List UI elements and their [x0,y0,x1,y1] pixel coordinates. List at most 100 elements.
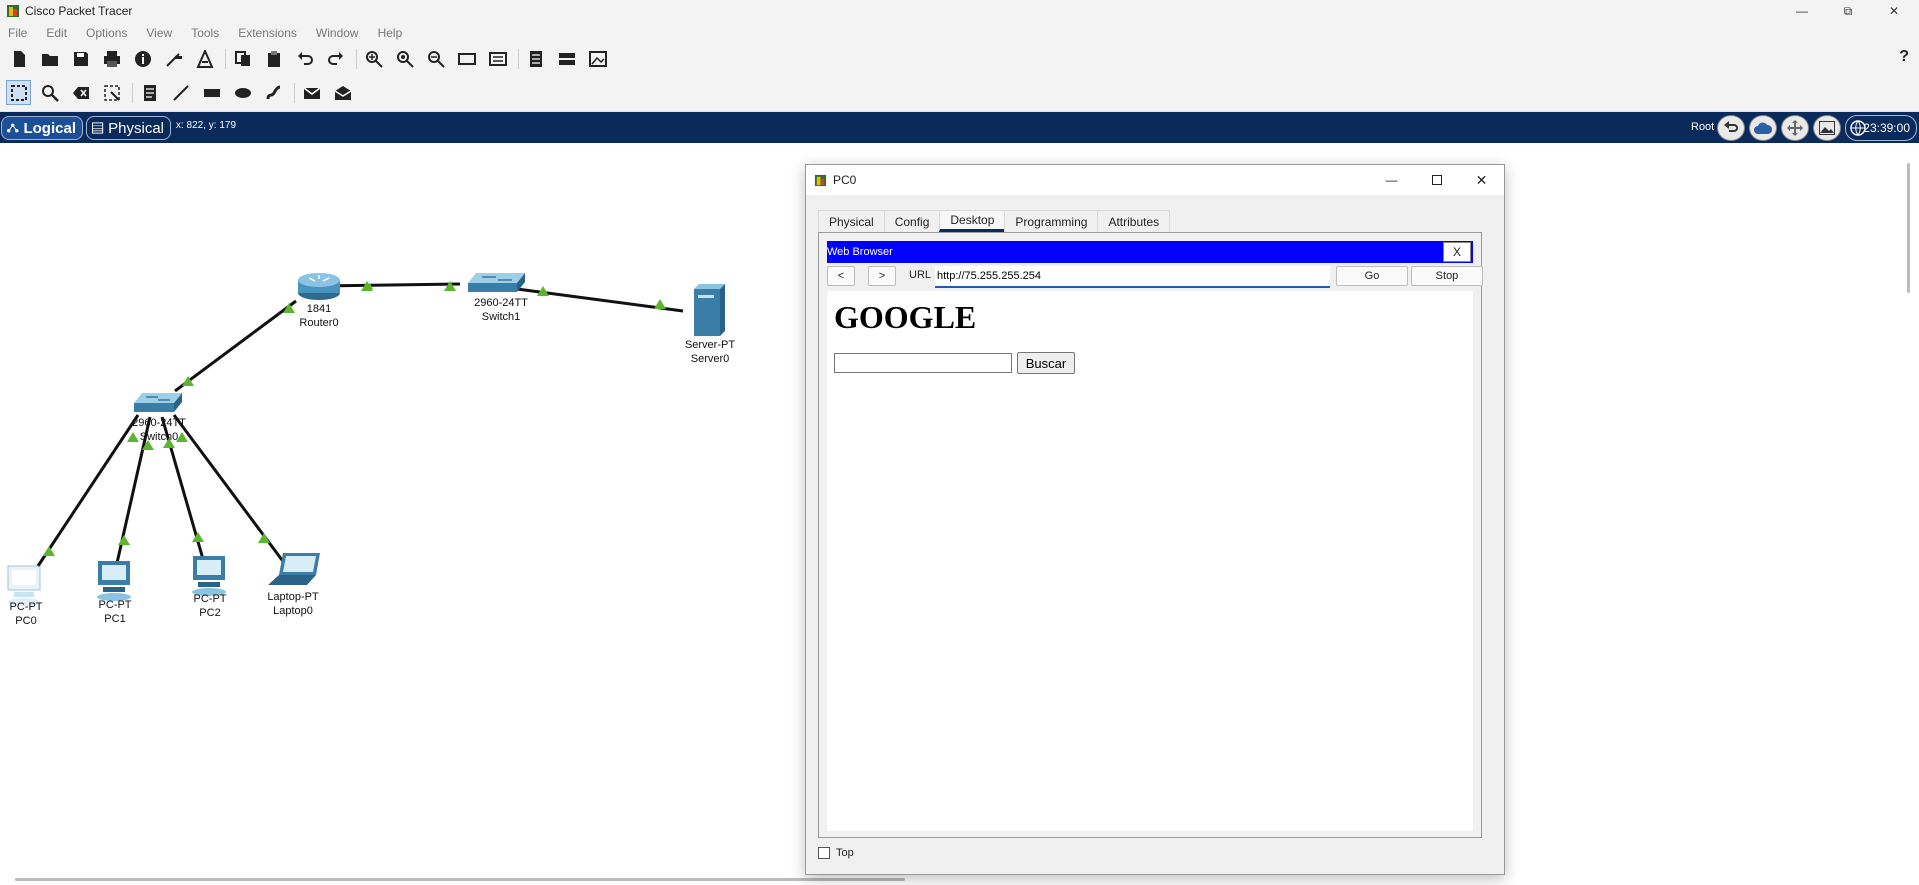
restore-icon: ⧉ [1843,3,1853,18]
stop-button[interactable]: Stop [1411,266,1483,286]
new-cluster-button[interactable] [1749,115,1777,141]
menu-bar: File Edit Options View Tools Extensions … [0,22,1919,44]
draw-rectangle-button[interactable] [199,80,224,105]
zoom-reset-button[interactable] [392,47,417,72]
menu-view[interactable]: View [146,26,172,40]
set-background-button[interactable] [1813,115,1841,141]
tab-desktop[interactable]: Desktop [939,210,1006,232]
go-button[interactable]: Go [1336,266,1408,286]
freeform-button[interactable] [261,80,286,105]
pc1-label: PC-PT PC1 [95,598,135,626]
zoom-out-button[interactable] [423,47,448,72]
devices-icon [558,53,575,65]
pc0-name: PC0 [15,615,37,627]
move-object-button[interactable] [1781,115,1809,141]
new-button[interactable] [6,47,31,72]
dialog-minimize-button[interactable]: — [1369,165,1414,195]
close-button[interactable]: ✕ [1872,0,1916,22]
paste-button[interactable] [261,47,286,72]
activity-wizard-button[interactable] [192,47,217,72]
inspect-tool-button[interactable] [37,80,62,105]
laptop0-icon[interactable] [268,553,320,585]
devices-button[interactable] [554,47,579,72]
restore-button[interactable]: ⧉ [1826,0,1870,22]
maximize-icon [1431,175,1442,185]
app-title: Cisco Packet Tracer [25,4,133,18]
top-checkbox[interactable] [818,847,830,859]
tab-programming[interactable]: Programming [1004,210,1099,232]
redo-button[interactable] [323,47,348,72]
tab-config[interactable]: Config [883,210,941,232]
help-button[interactable]: ? [1899,48,1909,66]
open-button[interactable] [37,47,62,72]
pc1-icon[interactable] [97,561,131,601]
zoom-in-button[interactable] [361,47,386,72]
help-icon: ? [1899,48,1909,65]
menu-tools[interactable]: Tools [191,26,219,40]
back-button[interactable]: < [827,266,855,286]
dialog-close-button[interactable]: ✕ [1459,165,1504,195]
pc2-label: PC-PT PC2 [190,592,230,620]
delete-tool-button[interactable] [68,80,93,105]
info-button[interactable] [130,47,155,72]
resize-tool-button[interactable] [99,80,124,105]
notes-button[interactable] [523,47,548,72]
menu-file[interactable]: File [8,26,27,40]
save-icon [73,52,88,66]
tab-physical[interactable]: Physical [818,210,885,232]
network-wizard-button[interactable] [161,47,186,72]
menu-window[interactable]: Window [316,26,359,40]
place-note-button[interactable] [137,80,162,105]
url-input[interactable] [935,266,1330,288]
vertical-scrollbar[interactable] [1907,163,1910,293]
horizontal-scrollbar[interactable] [15,878,905,881]
add-simple-pdu-button[interactable] [299,80,324,105]
rectangle-icon [203,88,220,97]
server0-icon[interactable] [694,284,725,336]
laptop0-model: Laptop-PT [267,591,319,603]
menu-help[interactable]: Help [378,26,403,40]
menu-options[interactable]: Options [86,26,127,40]
switch0-icon[interactable] [134,393,182,412]
physical-mode-label: Physical [108,119,164,137]
drawing-palette-button[interactable] [454,47,479,72]
view-image-button[interactable] [585,47,610,72]
minimize-icon: — [1385,173,1398,187]
dialog-tabs: Physical Config Desktop Programming Attr… [818,210,1171,232]
server0-name: Server0 [690,353,730,365]
tab-attributes[interactable]: Attributes [1097,210,1171,232]
dialog-maximize-button[interactable] [1414,165,1459,195]
router0-icon[interactable] [298,273,340,300]
title-bar: Cisco Packet Tracer — ⧉ ✕ [0,0,1919,22]
packet-tracer-logo-icon [814,174,827,186]
globe-clock-icon [1850,120,1866,136]
save-button[interactable] [68,47,93,72]
copy-icon [234,51,250,66]
minimize-button[interactable]: — [1780,0,1824,22]
zoom-in-icon [365,51,383,68]
select-tool-button[interactable] [6,80,31,105]
physical-mode-button[interactable]: Physical [86,116,171,140]
custom-device-button[interactable] [485,47,510,72]
web-browser-close-button[interactable]: X [1443,242,1471,262]
toolbar-separator [294,82,295,103]
logical-mode-button[interactable]: Logical [1,116,83,140]
search-input[interactable] [834,353,1012,373]
search-button[interactable]: Buscar [1017,352,1075,374]
link-router0-switch1 [318,282,461,288]
copy-button[interactable] [230,47,255,72]
draw-ellipse-button[interactable] [230,80,255,105]
draw-line-button[interactable] [168,80,193,105]
switch1-icon[interactable] [468,273,525,292]
toolbar-separator [518,49,519,69]
switch1-model: 2960-24TT [474,297,528,309]
packet-tracer-logo-icon [7,5,19,17]
undo-button[interactable] [292,47,317,72]
add-complex-pdu-button[interactable] [330,80,355,105]
print-button[interactable] [99,47,124,72]
back-to-parent-button[interactable] [1717,115,1745,141]
forward-button[interactable]: > [868,266,896,286]
pc2-icon[interactable] [192,556,226,596]
menu-edit[interactable]: Edit [46,26,67,40]
menu-extensions[interactable]: Extensions [238,26,297,40]
